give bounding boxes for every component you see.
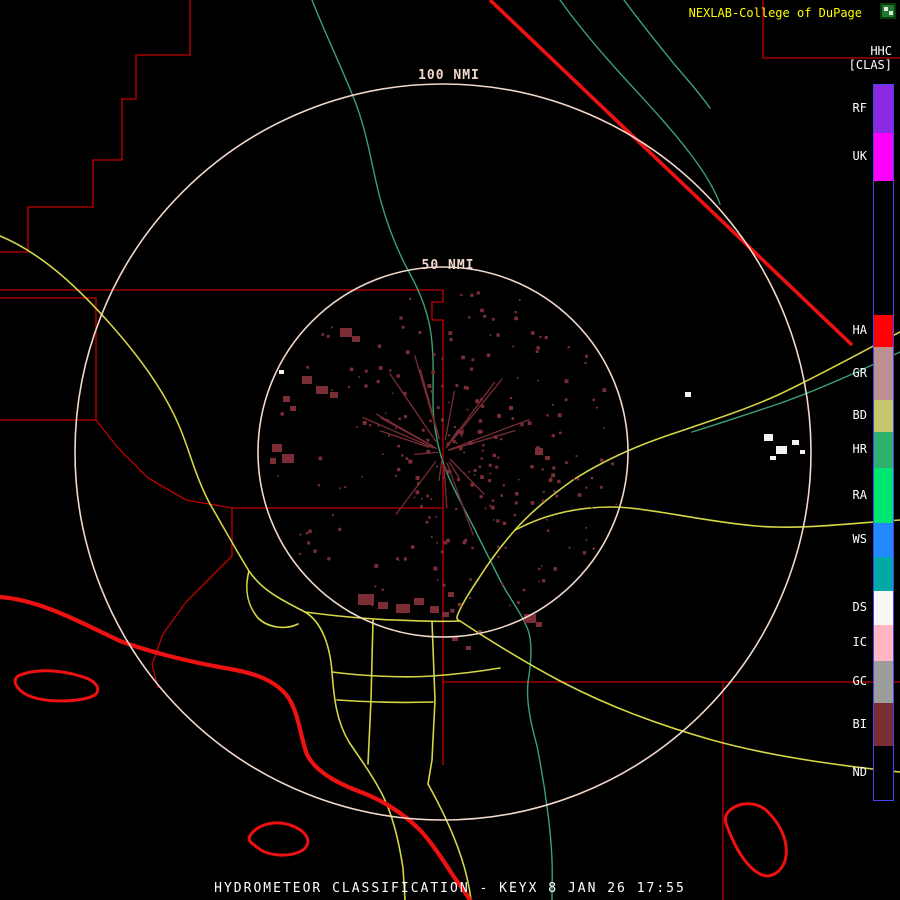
product-title: HYDROMETEOR CLASSIFICATION - KEYX 8 JAN … bbox=[214, 881, 686, 896]
legend-label-BI: BI bbox=[852, 716, 867, 731]
legend-swatch-GC bbox=[874, 661, 893, 703]
highways-layer bbox=[0, 235, 900, 900]
legend-swatch-GR bbox=[874, 347, 893, 400]
state-border-line bbox=[488, 0, 854, 347]
legend-label-IC: IC bbox=[852, 635, 867, 649]
legend-product-code: HHC bbox=[870, 44, 892, 58]
legend-label-RA: RA bbox=[852, 487, 867, 502]
legend-label-gap bbox=[853, 556, 867, 590]
coastline bbox=[0, 594, 473, 900]
color-scale-bar bbox=[873, 84, 894, 801]
legend-swatch-DS bbox=[874, 591, 893, 625]
color-scale-legend: HHC [CLAS] RF UK HA GR BD HR RA WS DS IC GC BI ND bbox=[834, 44, 894, 801]
ring-label-100nmi: 100 NMI bbox=[418, 68, 480, 83]
legend-swatch-IC bbox=[874, 625, 893, 661]
legend-swatch-WS bbox=[874, 523, 893, 557]
legend-label-BD: BD bbox=[852, 408, 867, 422]
legend-label-WS: WS bbox=[852, 532, 867, 546]
legend-swatch-gap bbox=[874, 181, 893, 315]
station-credit: NEXLAB-College of DuPage bbox=[688, 6, 862, 20]
legend-swatch-BI bbox=[874, 703, 893, 746]
legend-swatch-BD bbox=[874, 400, 893, 432]
echo-layer-speckle bbox=[275, 291, 618, 613]
ring-label-50nmi: 50 NMI bbox=[422, 258, 475, 273]
legend-label-GC: GC bbox=[852, 674, 867, 688]
islands bbox=[13, 669, 788, 878]
legend-swatch-ND bbox=[874, 746, 893, 800]
rivers-layer bbox=[311, 0, 900, 900]
legend-label-HA: HA bbox=[852, 323, 867, 337]
legend-swatch-gap bbox=[874, 557, 893, 591]
radar-map-canvas[interactable]: 100 NMI 50 NMI bbox=[0, 0, 900, 900]
legend-label-HR: HR bbox=[852, 442, 867, 456]
legend-swatch-HA bbox=[874, 315, 893, 347]
legend-label-UK: UK bbox=[852, 149, 867, 163]
legend-swatch-RF bbox=[874, 85, 893, 133]
radar-display: 100 NMI 50 NMI NEXLAB-College of DuPage … bbox=[0, 0, 900, 900]
echo-layer-static bbox=[270, 328, 805, 650]
cod-site-icon[interactable] bbox=[880, 3, 896, 19]
legend-label-RF: RF bbox=[852, 101, 867, 115]
legend-label-GR: GR bbox=[852, 365, 867, 380]
legend-label-ND: ND bbox=[852, 765, 867, 779]
legend-swatch-UK bbox=[874, 133, 893, 181]
legend-product-tag: [CLAS] bbox=[848, 58, 892, 72]
legend-label-gap bbox=[853, 180, 867, 314]
legend-swatch-RA bbox=[874, 468, 893, 523]
legend-swatch-HR bbox=[874, 432, 893, 468]
legend-label-DS: DS bbox=[852, 600, 867, 614]
legend-labels-column: RF UK HA GR BD HR RA WS DS IC GC BI ND bbox=[853, 84, 867, 801]
